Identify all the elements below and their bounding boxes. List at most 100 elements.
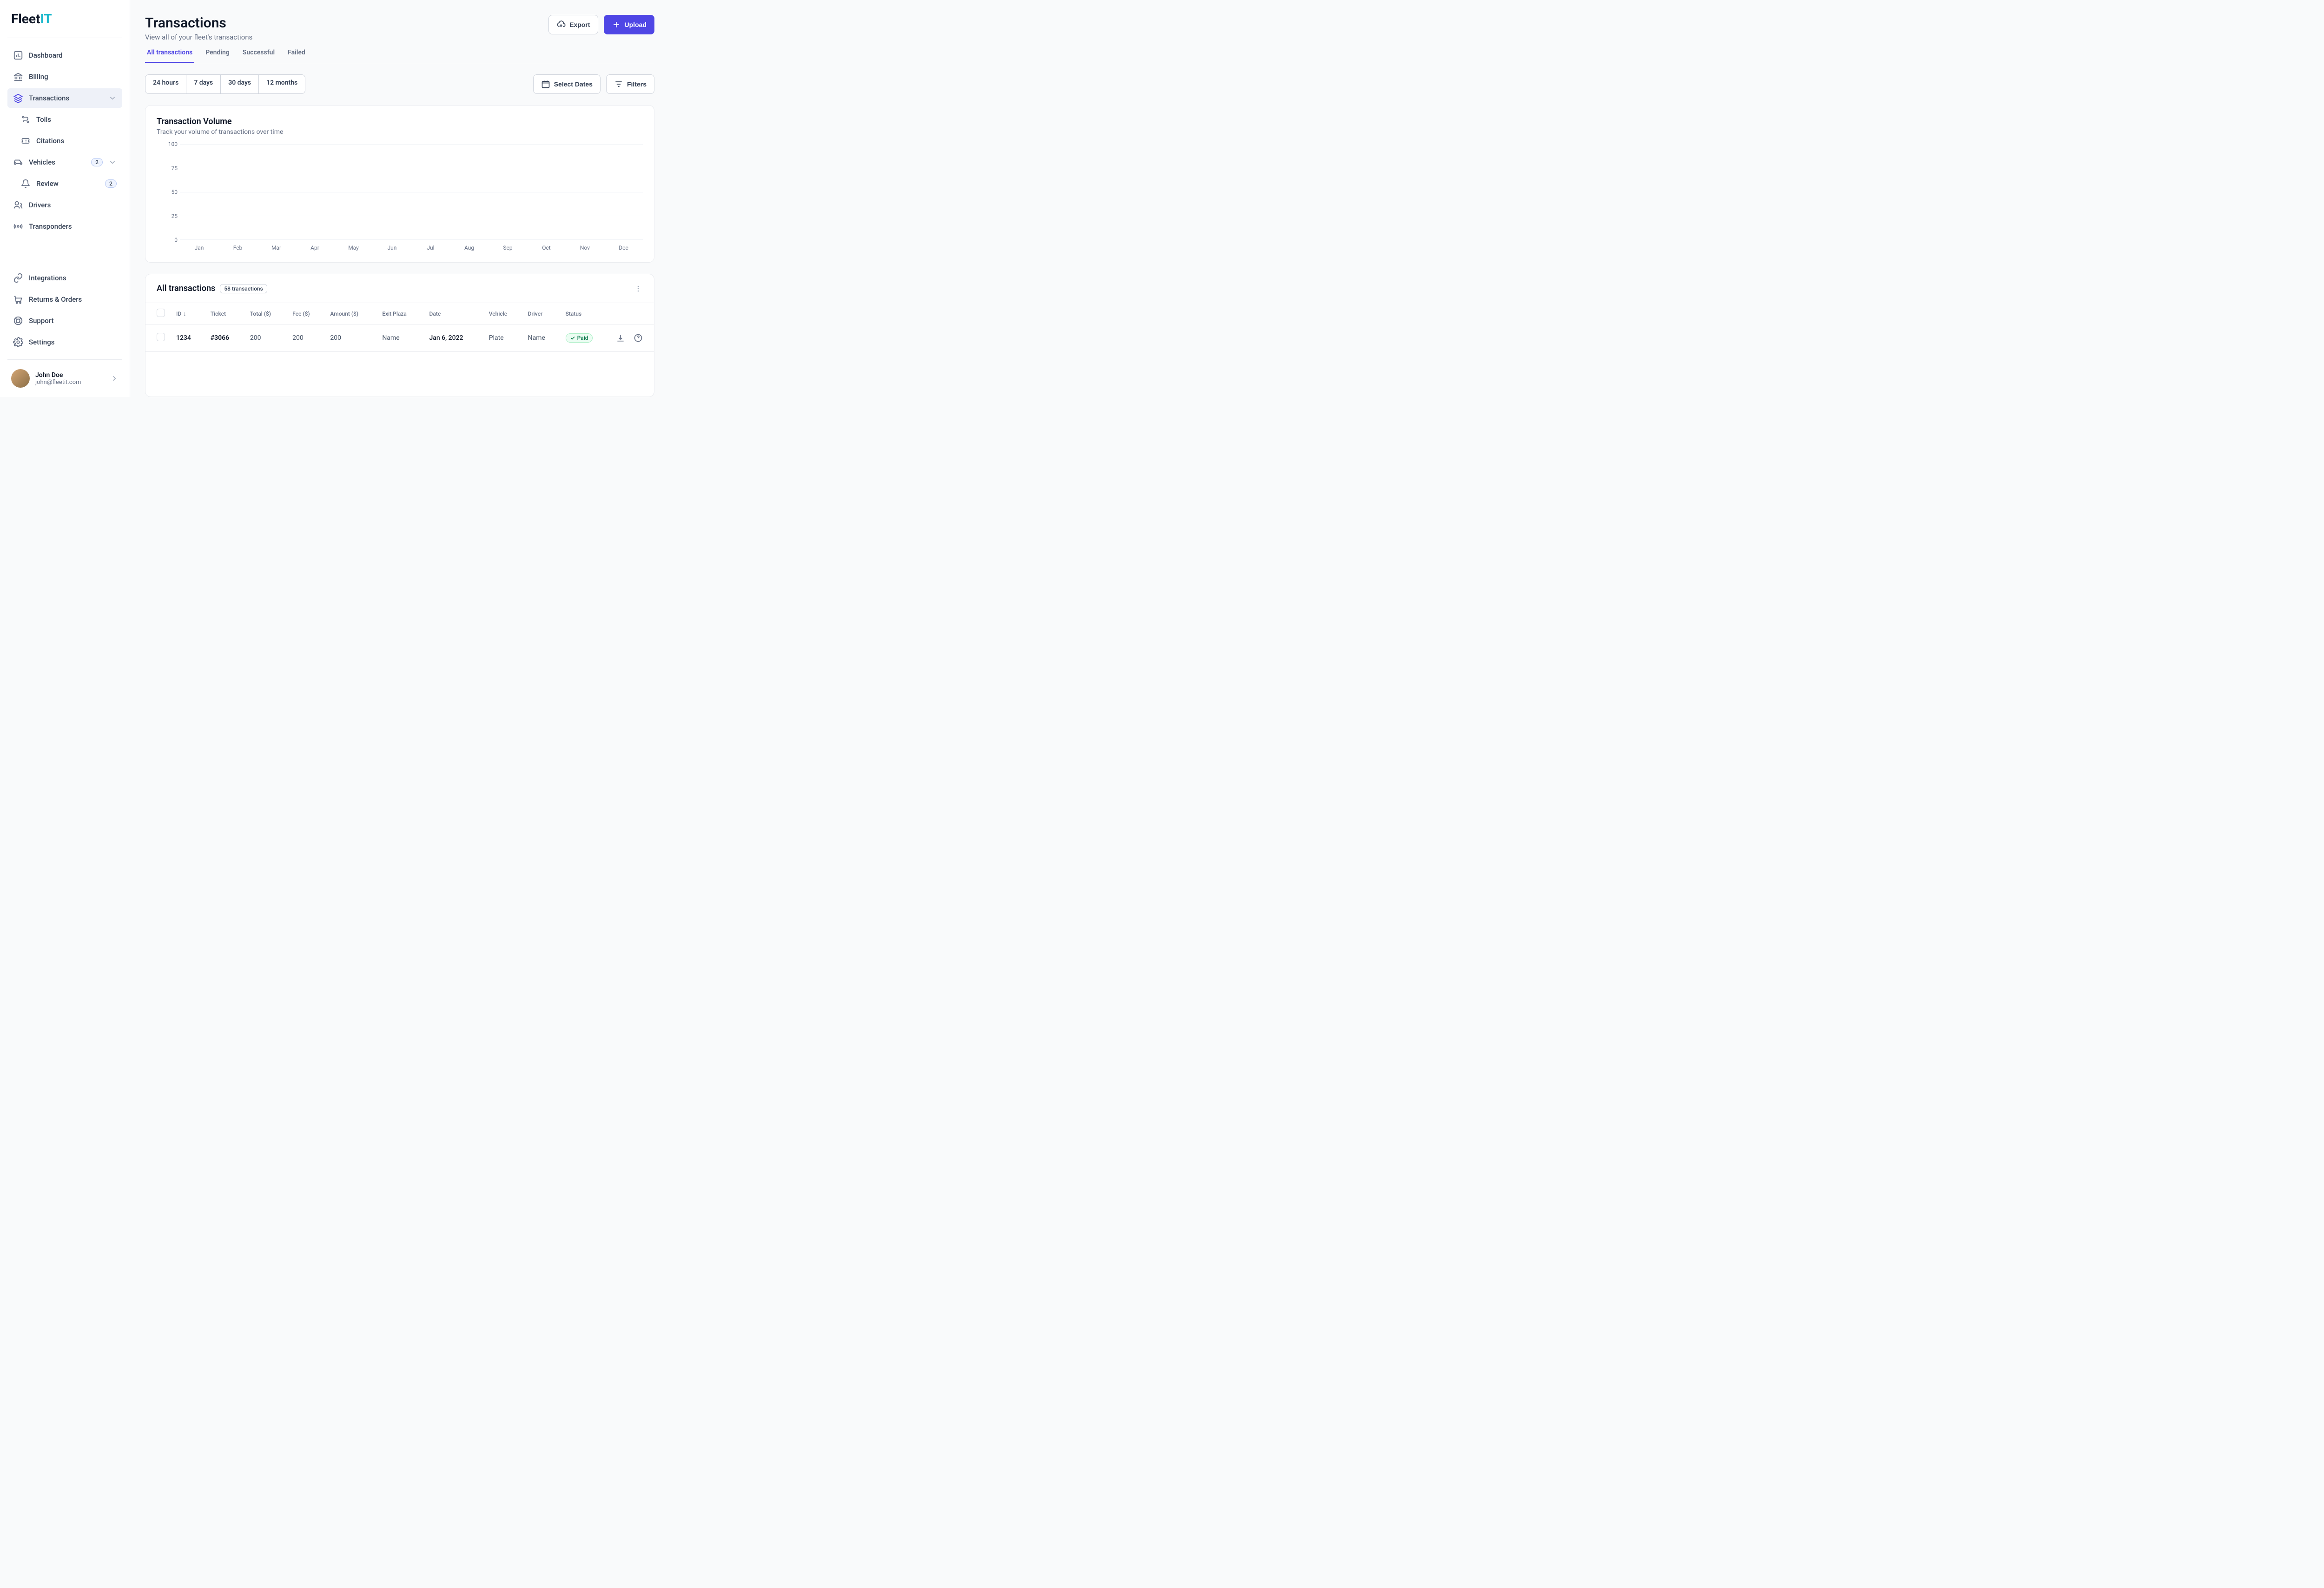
sidebar-item-returns[interactable]: Returns & Orders (7, 290, 122, 309)
more-menu-button[interactable] (634, 284, 643, 293)
sidebar: FleetIT Dashboard Billing Transactions (0, 0, 130, 397)
col-fee[interactable]: Fee ($) (287, 303, 324, 324)
chart-bars (180, 144, 643, 240)
col-vehicle[interactable]: Vehicle (483, 303, 522, 324)
cell-total: 200 (244, 324, 287, 352)
col-plaza[interactable]: Exit Plaza (376, 303, 423, 324)
users-icon (13, 200, 23, 210)
sidebar-item-settings[interactable]: Settings (7, 332, 122, 352)
plus-icon (612, 20, 621, 29)
row-checkbox[interactable] (157, 333, 165, 341)
x-tick: May (334, 245, 373, 251)
calendar-icon (541, 79, 550, 89)
sidebar-item-label: Support (29, 317, 117, 325)
tab-failed[interactable]: Failed (286, 49, 307, 63)
sidebar-item-billing[interactable]: Billing (7, 67, 122, 86)
table-row[interactable]: 1234 #3066 200 200 200 Name Jan 6, 2022 … (145, 324, 654, 352)
col-status[interactable]: Status (560, 303, 610, 324)
sidebar-item-label: Dashboard (29, 51, 117, 60)
filters-button[interactable]: Filters (606, 74, 654, 94)
cloud-download-icon (556, 20, 566, 29)
x-tick: Feb (218, 245, 257, 251)
sidebar-item-citations[interactable]: Citations (7, 131, 122, 151)
bar-chart-icon (13, 50, 23, 60)
page-subtitle: View all of your fleet's transactions (145, 33, 252, 41)
tab-pending[interactable]: Pending (204, 49, 231, 63)
filter-icon (614, 79, 623, 89)
cell-ticket[interactable]: #3066 (205, 324, 244, 352)
car-icon (13, 157, 23, 167)
col-id[interactable]: ID↓ (171, 303, 205, 324)
range-24h[interactable]: 24 hours (145, 75, 186, 93)
select-all-checkbox[interactable] (157, 309, 165, 317)
export-button[interactable]: Export (548, 15, 598, 34)
x-tick: Jul (411, 245, 450, 251)
sidebar-item-transponders[interactable]: Transponders (7, 217, 122, 236)
sidebar-item-vehicles[interactable]: Vehicles 2 (7, 152, 122, 172)
count-badge: 2 (105, 179, 117, 188)
col-driver[interactable]: Driver (522, 303, 560, 324)
cart-icon (13, 294, 23, 304)
signal-icon (13, 221, 23, 232)
main-content: Transactions View all of your fleet's tr… (130, 0, 669, 397)
range-12m[interactable]: 12 months (259, 75, 305, 93)
col-amount[interactable]: Amount ($) (324, 303, 376, 324)
table-header: All transactions 58 transactions (145, 274, 654, 303)
logo-part2: IT (40, 11, 52, 26)
chart-card: Transaction Volume Track your volume of … (145, 105, 654, 263)
layers-icon (13, 93, 23, 103)
x-axis: JanFebMarAprMayJunJulAugSepOctNovDec (180, 245, 643, 251)
status-badge: Paid (566, 333, 593, 343)
range-7d[interactable]: 7 days (186, 75, 221, 93)
button-label: Filters (627, 80, 647, 88)
sidebar-item-support[interactable]: Support (7, 311, 122, 331)
x-tick: Apr (296, 245, 334, 251)
user-name: John Doe (35, 371, 105, 379)
download-row-button[interactable] (616, 333, 625, 343)
sidebar-item-integrations[interactable]: Integrations (7, 268, 122, 288)
ticket-icon (20, 136, 31, 146)
sidebar-item-dashboard[interactable]: Dashboard (7, 46, 122, 65)
cell-plaza: Name (376, 324, 423, 352)
x-tick: Aug (450, 245, 489, 251)
upload-button[interactable]: Upload (604, 15, 654, 34)
tab-all[interactable]: All transactions (145, 49, 194, 63)
cell-fee: 200 (287, 324, 324, 352)
user-menu[interactable]: John Doe john@fleetit.com (7, 359, 122, 397)
select-dates-button[interactable]: Select Dates (533, 74, 601, 94)
sidebar-item-label: Returns & Orders (29, 295, 117, 304)
user-info: John Doe john@fleetit.com (35, 371, 105, 386)
nav-secondary: Integrations Returns & Orders Support Se… (7, 268, 122, 352)
cell-vehicle: Plate (483, 324, 522, 352)
page-title: Transactions (145, 15, 252, 31)
cell-id: 1234 (171, 324, 205, 352)
link-icon (13, 273, 23, 283)
logo: FleetIT (7, 0, 122, 38)
col-date[interactable]: Date (424, 303, 483, 324)
chevron-right-icon (110, 374, 119, 383)
x-tick: Dec (604, 245, 643, 251)
sidebar-item-label: Transponders (29, 222, 117, 231)
cell-date: Jan 6, 2022 (424, 324, 483, 352)
chevron-down-icon (108, 94, 117, 102)
button-label: Upload (625, 21, 647, 28)
x-tick: Nov (566, 245, 604, 251)
x-tick: Jun (373, 245, 411, 251)
avatar (11, 369, 30, 388)
x-tick: Sep (489, 245, 527, 251)
help-button[interactable] (634, 333, 643, 343)
time-range-segmented: 24 hours 7 days 30 days 12 months (145, 74, 305, 94)
sidebar-item-drivers[interactable]: Drivers (7, 195, 122, 215)
filter-row: 24 hours 7 days 30 days 12 months Select… (145, 74, 654, 94)
sidebar-item-review[interactable]: Review 2 (7, 174, 122, 193)
sidebar-item-label: Vehicles (29, 158, 86, 166)
tab-successful[interactable]: Successful (241, 49, 277, 63)
sidebar-item-transactions[interactable]: Transactions (7, 88, 122, 108)
sidebar-item-tolls[interactable]: Tolls (7, 110, 122, 129)
col-total[interactable]: Total ($) (244, 303, 287, 324)
range-30d[interactable]: 30 days (221, 75, 259, 93)
col-ticket[interactable]: Ticket (205, 303, 244, 324)
tabs: All transactions Pending Successful Fail… (145, 49, 654, 63)
logo-part1: Fleet (11, 11, 40, 26)
sidebar-item-label: Tolls (36, 115, 117, 124)
